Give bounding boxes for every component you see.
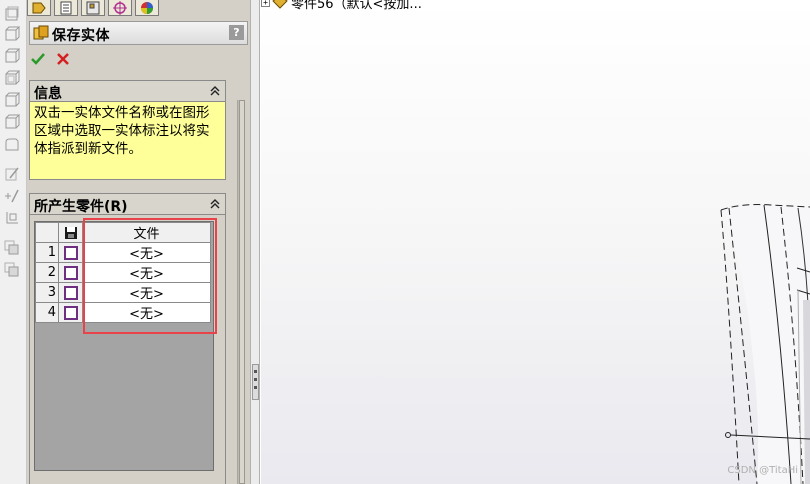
- table-header-row: 文件: [35, 222, 211, 243]
- dimxpert-icon: [113, 0, 127, 15]
- save-checkbox-cell: [58, 282, 83, 303]
- left-toolbar: [0, 0, 27, 484]
- loft-tool-icon[interactable]: [4, 92, 20, 108]
- parts-table-area: 文件 1 <无> 2 <无> 3 <无> 4 <无>: [34, 221, 214, 471]
- save-checkbox[interactable]: [63, 245, 78, 260]
- page-title: 保存实体: [52, 28, 110, 44]
- table-row[interactable]: 1 <无>: [35, 242, 211, 263]
- row-number: 3: [35, 282, 59, 303]
- parts-group-header[interactable]: 所产生零件(R): [29, 193, 226, 215]
- panel-splitter[interactable]: [250, 0, 260, 484]
- panel-scrollbar[interactable]: [237, 100, 245, 484]
- tab-display-manager[interactable]: [135, 0, 159, 16]
- copy-body-icon[interactable]: [4, 240, 20, 256]
- tab-dimxpert-manager[interactable]: [108, 0, 132, 16]
- row-number: 4: [35, 302, 59, 323]
- parts-table: 文件 1 <无> 2 <无> 3 <无> 4 <无>: [35, 222, 211, 323]
- table-corner-cell: [35, 222, 59, 243]
- feature-tree-root-node[interactable]: + 零件56（默认<按加...: [261, 0, 422, 12]
- graphics-area[interactable]: + 零件56（默认<按加... CSDN @TitaHi: [261, 0, 810, 484]
- panel-tab-strip: [27, 0, 250, 17]
- save-checkbox[interactable]: [63, 305, 78, 320]
- save-bodies-icon: [33, 25, 49, 40]
- configuration-icon: [86, 1, 100, 14]
- property-manager-panel: 保存实体 ? 信息 双击一实体文件名称或在图形区域中选取一实体标注以将实体指派到…: [27, 0, 250, 484]
- tab-configuration-manager[interactable]: [81, 0, 105, 16]
- save-checkbox-cell: [58, 242, 83, 263]
- tree-node-label[interactable]: 零件56（默认<按加...: [291, 0, 422, 12]
- edit-sketch-icon[interactable]: [4, 166, 20, 182]
- save-checkbox-cell: [58, 262, 83, 283]
- row-number: 2: [35, 262, 59, 283]
- info-group-title: 信息: [34, 86, 62, 102]
- file-column-header[interactable]: 文件: [82, 222, 211, 243]
- sketch-tool-icon[interactable]: [4, 6, 20, 22]
- file-name-cell[interactable]: <无>: [82, 242, 211, 263]
- table-row[interactable]: 3 <无>: [35, 282, 211, 303]
- info-group-header[interactable]: 信息: [29, 80, 226, 102]
- splitter-collapse-handle[interactable]: [252, 364, 259, 400]
- row-number: 1: [35, 242, 59, 263]
- table-row[interactable]: 2 <无>: [35, 262, 211, 283]
- save-checkbox-cell: [58, 302, 83, 323]
- appearance-ball-icon: [141, 1, 153, 14]
- revolve-tool-icon[interactable]: [4, 48, 20, 64]
- tab-property-manager[interactable]: [54, 0, 78, 16]
- watermark-text: CSDN @TitaHi: [727, 465, 798, 476]
- collapse-chevron-up-icon[interactable]: [208, 197, 222, 211]
- help-icon[interactable]: ?: [229, 25, 244, 40]
- tree-expand-icon[interactable]: +: [261, 0, 270, 7]
- file-name-cell[interactable]: <无>: [82, 302, 211, 323]
- parts-group-body: 文件 1 <无> 2 <无> 3 <无> 4 <无>: [29, 215, 226, 484]
- model-view[interactable]: [261, 0, 810, 484]
- extrude-tool-icon[interactable]: [4, 26, 20, 42]
- shell-tool-icon[interactable]: [4, 114, 20, 130]
- floppy-disk-icon: [64, 226, 77, 239]
- coordinate-system-icon[interactable]: [4, 210, 20, 226]
- move-body-icon[interactable]: [4, 262, 20, 278]
- table-row[interactable]: 4 <无>: [35, 302, 211, 323]
- file-name-cell[interactable]: <无>: [82, 262, 211, 283]
- info-message-box: 双击一实体文件名称或在图形区域中选取一实体标注以将实体指派到新文件。: [29, 102, 226, 180]
- tab-feature-manager[interactable]: [27, 0, 51, 16]
- parts-group-title: 所产生零件(R): [34, 199, 128, 215]
- property-sheet-icon: [60, 1, 72, 14]
- fillet-tool-icon[interactable]: [4, 136, 20, 152]
- property-title-bar: 保存实体 ?: [29, 21, 248, 45]
- save-checkbox[interactable]: [63, 265, 78, 280]
- file-name-cell[interactable]: <无>: [82, 282, 211, 303]
- sweep-tool-icon[interactable]: [4, 70, 20, 86]
- feature-tree-icon: [32, 2, 46, 13]
- collapse-chevron-up-icon[interactable]: [208, 84, 222, 98]
- cancel-x-icon[interactable]: [55, 51, 71, 67]
- part-icon: [272, 0, 288, 9]
- reference-geometry-icon[interactable]: [4, 188, 20, 204]
- scrollbar-thumb[interactable]: [239, 100, 245, 484]
- ok-checkmark-icon[interactable]: [30, 51, 46, 67]
- save-column-header[interactable]: [58, 222, 83, 243]
- save-checkbox[interactable]: [63, 285, 78, 300]
